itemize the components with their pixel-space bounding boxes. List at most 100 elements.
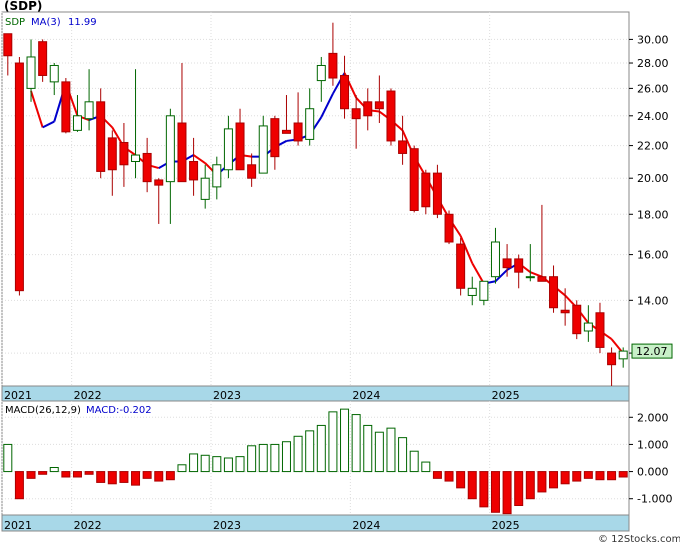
price-y-tick-label: 18.00 [637, 208, 669, 221]
macd-bar [270, 443, 280, 473]
macd-bar [281, 441, 291, 473]
candle-body [49, 64, 59, 83]
macd-bar [293, 435, 303, 473]
candle-body [421, 172, 431, 208]
candle-body [119, 141, 129, 166]
macd-bar [49, 467, 59, 473]
candle-body [502, 258, 512, 269]
candle-body [514, 258, 524, 273]
macd-bar [131, 471, 141, 486]
macd-bar [421, 461, 431, 473]
macd-bar [189, 453, 199, 473]
candlestick [38, 39, 48, 82]
candle-body [456, 243, 466, 289]
macd-bar [409, 450, 419, 473]
macd-x-tick-label: 2021 [4, 519, 32, 532]
macd-bar [363, 424, 373, 473]
candle-body [549, 276, 559, 309]
candle-body [572, 304, 582, 335]
candle-body [467, 287, 477, 296]
candle-body [281, 129, 291, 134]
candle-body [223, 128, 233, 171]
candle-body [131, 154, 141, 163]
candlestick [409, 145, 419, 213]
candle-body [374, 101, 384, 110]
price-y-tick-label: 16.00 [637, 249, 669, 262]
price-y-tick-label: 20.00 [637, 172, 669, 185]
macd-bar [502, 471, 512, 515]
macd-bar [328, 411, 338, 473]
macd-bar [154, 471, 164, 482]
macd-bar [258, 443, 268, 473]
candle-body [84, 101, 94, 120]
macd-bar [84, 471, 94, 475]
macd-bar [467, 471, 477, 500]
macd-legend-label: MACD(26,12,9) [5, 405, 81, 416]
candle-body [444, 213, 454, 243]
macd-bar [351, 414, 361, 473]
candle-body [479, 280, 489, 301]
macd-bar [177, 464, 187, 473]
price-y-tick-label: 14.00 [637, 294, 669, 307]
macd-bar [607, 471, 617, 481]
macd-legend-value: MACD:-0.202 [86, 405, 152, 416]
macd-x-tick-label: 2025 [492, 519, 520, 532]
candle-body [537, 276, 547, 282]
macd-bar [14, 471, 24, 500]
price-x-tick-label: 2021 [4, 389, 32, 402]
candle-body [235, 122, 245, 171]
macd-bar [432, 471, 442, 479]
candle-body [107, 137, 117, 171]
candle-body [607, 352, 617, 366]
candlestick [61, 78, 71, 134]
macd-bar [235, 456, 245, 473]
macd-bar [456, 471, 466, 489]
macd-bar [38, 471, 48, 475]
candle-body [328, 52, 338, 79]
candlestick [96, 88, 106, 179]
macd-bar [61, 471, 71, 478]
price-x-tick-label: 2022 [74, 389, 102, 402]
macd-bar [560, 471, 570, 485]
macd-bar [525, 471, 535, 500]
candlestick [14, 56, 24, 296]
candle-body [258, 125, 268, 174]
macd-bar [398, 437, 408, 473]
candle-body [340, 74, 350, 110]
candle-body [142, 152, 152, 183]
candle-body [96, 101, 106, 172]
candle-body [595, 312, 605, 348]
macd-bar [618, 471, 628, 478]
legend-ma-value: 11.99 [68, 17, 97, 28]
macd-panel [1, 400, 630, 516]
candle-body [560, 309, 570, 314]
macd-bar [595, 471, 605, 481]
macd-y-tick-label: 2.000 [637, 411, 669, 424]
macd-bar [142, 471, 152, 479]
legend-symbol: SDP [5, 17, 25, 28]
macd-y-tick-label: -1.000 [637, 493, 672, 506]
macd-bar [119, 471, 129, 483]
candle-body [26, 56, 36, 89]
candlestick [432, 164, 442, 219]
candle-body [305, 108, 315, 140]
candlestick [386, 88, 396, 146]
candle-body [432, 172, 442, 215]
candlestick [572, 300, 582, 340]
candle-body [14, 62, 24, 292]
macd-bar [165, 471, 175, 481]
candle-body [212, 164, 222, 188]
macd-bar [3, 443, 13, 473]
macd-bar [96, 471, 106, 483]
price-x-tick-label: 2023 [213, 389, 241, 402]
macd-bar [72, 471, 82, 478]
legend-ma-label: MA(3) [31, 17, 61, 28]
chart-title: (SDP) [4, 0, 42, 13]
candle-body [490, 241, 500, 278]
macd-bar [549, 471, 559, 489]
stock-chart: 30.00 28.00 26.00 24.00 22.00 20.00 18.00 16.00… [1, 0, 680, 545]
macd-y-tick-label: 0.000 [637, 466, 669, 479]
price-y-tick-label: 22.00 [637, 140, 669, 153]
candle-body [270, 118, 280, 158]
candle-body [177, 122, 187, 183]
